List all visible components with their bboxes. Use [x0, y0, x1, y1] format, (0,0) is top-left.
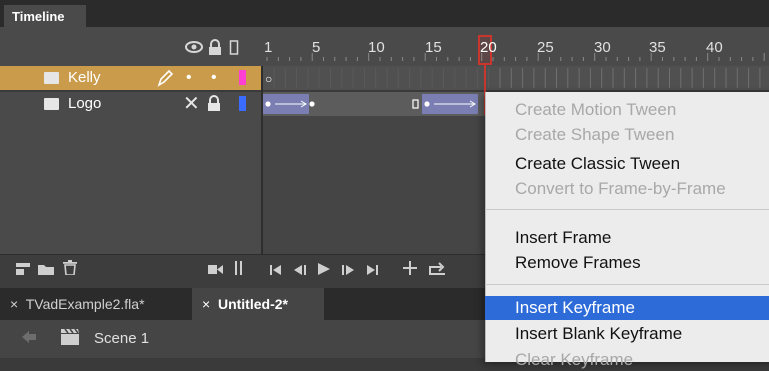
panel-tab-bar: [0, 0, 769, 28]
play-icon[interactable]: [314, 254, 334, 288]
layer-icon: [44, 72, 59, 84]
outline-icon[interactable]: [228, 40, 240, 59]
close-icon[interactable]: ×: [202, 296, 210, 312]
doc-tab-tvadexample2[interactable]: × TVadExample2.fla*: [0, 288, 192, 320]
layer-color-swatch[interactable]: [239, 70, 246, 85]
layer-name-logo[interactable]: Logo: [68, 92, 101, 116]
last-frame-icon[interactable]: [362, 254, 382, 288]
center-frame-icon[interactable]: [400, 254, 420, 288]
trash-icon[interactable]: [60, 254, 80, 288]
layer-list-empty: [0, 116, 262, 254]
menu-item-create-motion-tween[interactable]: Create Motion Tween: [515, 99, 676, 121]
menu-item-insert-keyframe[interactable]: Insert Keyframe: [515, 297, 635, 319]
doc-tab-label: Untitled-2*: [217, 296, 288, 312]
eye-icon[interactable]: [184, 40, 204, 58]
new-folder-icon[interactable]: [36, 254, 56, 288]
menu-item-insert-frame[interactable]: Insert Frame: [515, 227, 611, 249]
layer-icon: [44, 98, 59, 110]
parenting-icon[interactable]: [232, 254, 246, 288]
next-frame-icon[interactable]: [338, 254, 358, 288]
pencil-icon: [156, 66, 176, 90]
menu-item-remove-frames[interactable]: Remove Frames: [515, 252, 641, 274]
tab-timeline[interactable]: Timeline: [4, 5, 86, 28]
scene-name[interactable]: Scene 1: [94, 330, 149, 347]
layer-row-logo[interactable]: [0, 92, 262, 116]
clapperboard-icon: [60, 328, 80, 351]
menu-item-create-shape-tween[interactable]: Create Shape Tween: [515, 124, 674, 146]
menu-item-create-classic-tween[interactable]: Create Classic Tween: [515, 153, 680, 175]
frame-grid-kelly: [273, 68, 761, 88]
lock-icon[interactable]: [207, 95, 221, 117]
layer-name-kelly[interactable]: Kelly: [68, 66, 101, 90]
menu-item-clear-keyframe[interactable]: Clear Keyframe: [515, 349, 633, 371]
camera-icon[interactable]: [206, 254, 224, 288]
menu-separator: [485, 209, 769, 210]
back-arrow-icon[interactable]: [22, 330, 36, 349]
prev-frame-icon[interactable]: [290, 254, 310, 288]
loop-icon[interactable]: [426, 254, 448, 288]
layer-lock-dot[interactable]: •: [211, 66, 217, 90]
menu-item-convert-to-frame-by-frame[interactable]: Convert to Frame-by-Frame: [515, 178, 726, 200]
first-frame-icon[interactable]: [266, 254, 286, 288]
menu-item-insert-blank-keyframe[interactable]: Insert Blank Keyframe: [515, 323, 682, 345]
layer-row-kelly[interactable]: [0, 66, 262, 90]
frame-ruler: [266, 53, 765, 61]
doc-tab-untitled-2[interactable]: × Untitled-2*: [192, 288, 324, 320]
layer-visible-dot[interactable]: •: [186, 66, 192, 90]
menu-separator: [485, 284, 769, 285]
empty-keyframe[interactable]: ○: [265, 73, 272, 85]
hidden-x-icon[interactable]: ✕: [183, 92, 200, 116]
new-layer-icon[interactable]: [14, 254, 32, 288]
lock-icon[interactable]: [207, 39, 223, 60]
tween-marks: [265, 99, 476, 109]
doc-tab-label: TVadExample2.fla*: [25, 296, 145, 312]
layer-color-swatch[interactable]: [239, 96, 246, 111]
close-icon[interactable]: ×: [10, 296, 18, 312]
